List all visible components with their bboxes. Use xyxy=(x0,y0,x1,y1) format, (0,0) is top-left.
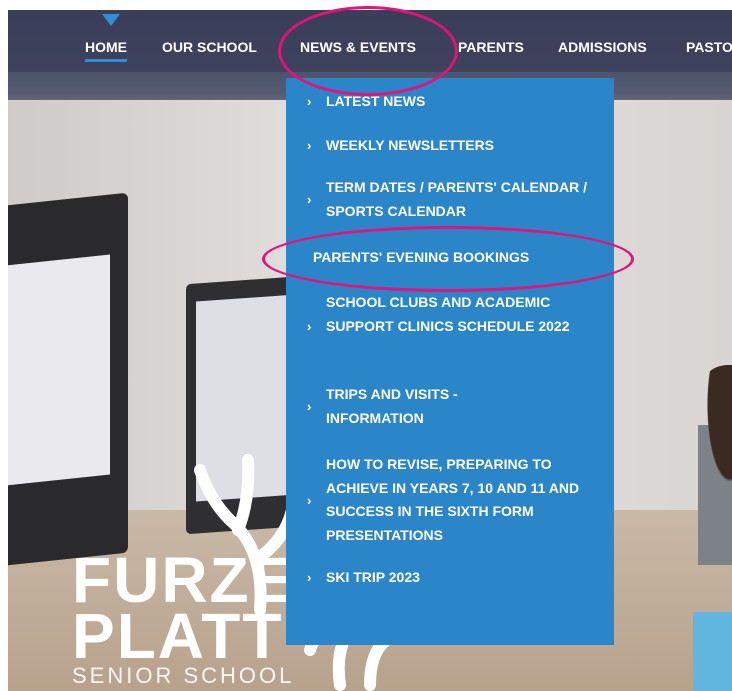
dropdown-item-label: LATEST NEWS xyxy=(326,93,426,109)
dropdown-item-label: SCHOOL CLUBS AND ACADEMIC SUPPORT CLINIC… xyxy=(326,294,570,334)
nav-admissions[interactable]: ADMISSIONS xyxy=(558,39,647,55)
dropdown-item-school-clubs[interactable]: › SCHOOL CLUBS AND ACADEMIC SUPPORT CLIN… xyxy=(286,291,614,363)
dropdown-item-label: PARENTS' EVENING BOOKINGS xyxy=(313,249,530,265)
dropdown-item-how-to-revise[interactable]: › HOW TO REVISE, PREPARING TO ACHIEVE IN… xyxy=(286,453,614,549)
nav-home[interactable]: HOME xyxy=(85,39,127,62)
hero-monitor-left xyxy=(8,192,128,568)
accent-block xyxy=(693,612,732,691)
chevron-right-icon: › xyxy=(307,192,312,207)
chevron-right-icon: › xyxy=(307,399,312,414)
hero-student xyxy=(698,365,732,565)
nav-news-events[interactable]: NEWS & EVENTS xyxy=(300,39,416,55)
chevron-right-icon: › xyxy=(307,493,312,508)
chevron-right-icon: › xyxy=(307,94,312,109)
nav-parents[interactable]: PARENTS xyxy=(458,39,524,55)
dropdown-item-label: TERM DATES / PARENTS' CALENDAR / SPORTS … xyxy=(326,179,588,219)
nav-home-marker-icon xyxy=(102,14,120,26)
dropdown-item-label: TRIPS AND VISITS - INFORMATION xyxy=(326,386,458,426)
dropdown-item-trips-visits[interactable]: › TRIPS AND VISITS - INFORMATION xyxy=(286,383,614,431)
nav-our-school[interactable]: OUR SCHOOL xyxy=(162,39,257,55)
dropdown-item-label: WEEKLY NEWSLETTERS xyxy=(326,137,495,153)
news-events-dropdown: › LATEST NEWS › WEEKLY NEWSLETTERS › TER… xyxy=(286,78,614,645)
chevron-right-icon: › xyxy=(307,570,312,585)
chevron-right-icon: › xyxy=(307,138,312,153)
page: FURZE PLATT SENIOR SCHOOL HOME OUR SCHOO… xyxy=(0,0,732,691)
school-logo[interactable]: FURZE PLATT SENIOR SCHOOL xyxy=(72,548,295,688)
nav-pastoral[interactable]: PASTO xyxy=(686,39,732,55)
chevron-right-icon: › xyxy=(307,319,312,334)
logo-line-3: SENIOR SCHOOL xyxy=(72,663,295,688)
logo-line-2: PLATT xyxy=(72,600,284,672)
dropdown-item-label: HOW TO REVISE, PREPARING TO ACHIEVE IN Y… xyxy=(326,456,580,543)
dropdown-item-label: SKI TRIP 2023 xyxy=(326,569,420,585)
dropdown-item-term-dates[interactable]: › TERM DATES / PARENTS' CALENDAR / SPORT… xyxy=(286,176,614,226)
